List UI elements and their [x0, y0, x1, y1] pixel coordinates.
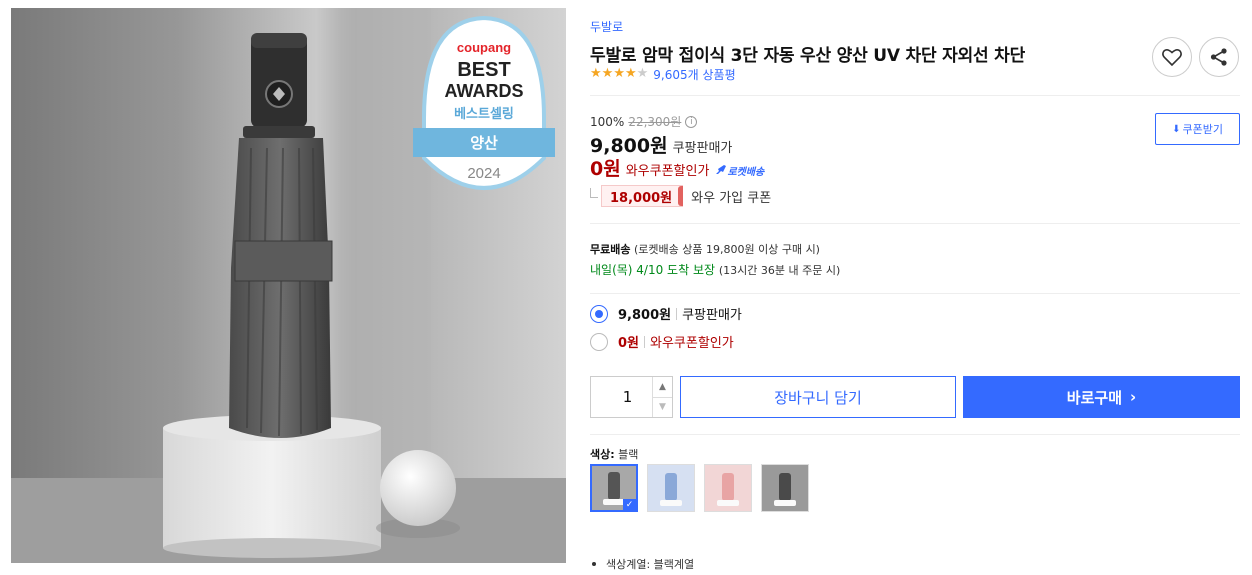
- separator: [644, 335, 646, 348]
- color-swatch[interactable]: [704, 464, 752, 512]
- review-count-link[interactable]: 9,605개 상품평: [653, 66, 735, 83]
- radio-unselected[interactable]: [590, 332, 608, 351]
- option-price: 0원: [618, 336, 640, 351]
- color-selected-value: 블랙: [618, 448, 639, 461]
- divider: [590, 434, 1240, 435]
- badge-line3: 베스트셀링: [454, 107, 514, 122]
- swatch-base: [717, 500, 739, 506]
- star-icon: ★: [636, 66, 649, 81]
- star-icon: ★: [601, 66, 614, 81]
- arrival-date: 내일(목) 4/10 도착 보장: [590, 263, 716, 277]
- rocket-delivery-label: 로켓배송: [727, 166, 765, 178]
- color-swatch[interactable]: [647, 464, 695, 512]
- option-label: 쿠팡판매가: [682, 308, 742, 323]
- free-shipping-label: 무료배송: [590, 243, 631, 256]
- swatch-base: [774, 500, 796, 506]
- color-swatch[interactable]: [761, 464, 809, 512]
- wow-price-label: 와우쿠폰할인가: [625, 164, 710, 179]
- quantity-input[interactable]: 1: [591, 377, 652, 417]
- color-swatches: ✓: [590, 464, 818, 512]
- price-option-wow[interactable]: 0원 와우쿠폰할인가: [590, 332, 734, 351]
- arrival-detail: (13시간 36분 내 주문 시): [718, 264, 841, 277]
- coupon-amount-badge: 18,000원: [601, 185, 684, 207]
- branch-line: [590, 188, 598, 198]
- coupon-row: 18,000원 와우 가입 쿠폰: [590, 185, 771, 207]
- check-icon: ✓: [623, 499, 636, 510]
- divider: [590, 223, 1240, 224]
- divider: [590, 95, 1240, 96]
- rocket-delivery-badge: 로켓배송: [715, 163, 764, 178]
- product-info-panel: 두발로 두발로 암막 접이식 3단 자동 우산 양산 UV 차단 자외선 차단 …: [590, 0, 1240, 575]
- badge-brand: coupang: [457, 40, 511, 55]
- coupon-download-label: 쿠폰받기: [1182, 123, 1223, 136]
- brand-link[interactable]: 두발로: [590, 18, 623, 35]
- free-shipping-info: 무료배송 (로켓배송 상품 19,800원 이상 구매 시): [590, 241, 820, 257]
- free-shipping-detail: (로켓배송 상품 19,800원 이상 구매 시): [633, 243, 820, 256]
- product-main-image: coupang BEST AWARDS 베스트셀링 양산 2024: [11, 8, 566, 563]
- radio-selected[interactable]: [590, 304, 608, 323]
- badge-year: 2024: [467, 165, 500, 182]
- buy-now-label: 바로구매: [1066, 388, 1122, 407]
- color-label-title: 색상:: [590, 448, 615, 461]
- badge-line2: AWARDS: [444, 81, 523, 101]
- swatch-umbrella: [665, 473, 677, 501]
- coupon-download-button[interactable]: ⬇ 쿠폰받기: [1155, 113, 1240, 145]
- quantity-stepper[interactable]: 1 ▲ ▼: [590, 376, 673, 418]
- swatch-umbrella: [608, 472, 620, 500]
- download-icon: ⬇: [1172, 123, 1181, 135]
- quantity-up-icon[interactable]: ▲: [653, 377, 672, 398]
- spec-text: 색상계열: 블랙계열: [606, 558, 695, 571]
- star-rating: ★ ★ ★ ★ ★: [590, 67, 648, 81]
- wow-price-row: 0원 와우쿠폰할인가 로켓배송: [590, 154, 764, 181]
- color-option-label: 색상: 블랙: [590, 446, 638, 462]
- swatch-umbrella: [779, 473, 791, 501]
- badge-category: 양산: [470, 134, 498, 152]
- quantity-arrows: ▲ ▼: [652, 377, 672, 417]
- share-button[interactable]: [1199, 37, 1239, 77]
- swatch-base: [603, 499, 625, 505]
- separator: [676, 307, 678, 320]
- option-price: 9,800원: [618, 308, 672, 323]
- coupon-text: 와우 가입 쿠폰: [691, 190, 772, 206]
- info-icon[interactable]: i: [685, 115, 698, 128]
- product-title: 두발로 암막 접이식 3단 자동 우산 양산 UV 차단 자외선 차단: [590, 46, 1026, 66]
- star-icon: ★: [613, 66, 625, 81]
- discount-rate: 100%: [590, 114, 625, 129]
- wow-price: 0원: [590, 158, 621, 180]
- rocket-icon: [716, 165, 727, 174]
- share-icon: [1210, 48, 1227, 66]
- spec-item: 색상계열: 블랙계열: [590, 556, 694, 572]
- star-icon: ★: [590, 66, 602, 81]
- add-to-cart-button[interactable]: 장바구니 담기: [680, 376, 956, 418]
- buy-now-button[interactable]: 바로구매 ›: [963, 376, 1240, 418]
- bullet-icon: [592, 562, 596, 566]
- star-icon: ★: [624, 66, 637, 81]
- quantity-down-icon[interactable]: ▼: [653, 398, 672, 418]
- arrival-info: 내일(목) 4/10 도착 보장 (13시간 36분 내 주문 시): [590, 261, 840, 278]
- original-price: 22,300원: [628, 115, 682, 129]
- divider: [590, 293, 1240, 294]
- swatch-umbrella: [722, 473, 734, 501]
- add-to-cart-label: 장바구니 담기: [774, 388, 862, 407]
- color-swatch[interactable]: ✓: [590, 464, 638, 512]
- price-option-coupang[interactable]: 9,800원 쿠팡판매가: [590, 304, 742, 323]
- badge-line1: BEST: [457, 59, 510, 81]
- heart-icon: [1162, 49, 1182, 66]
- chevron-right-icon: ›: [1130, 388, 1137, 406]
- swatch-base: [660, 500, 682, 506]
- rating-row[interactable]: ★ ★ ★ ★ ★ 9,605개 상품평: [590, 66, 736, 82]
- wishlist-button[interactable]: [1152, 37, 1192, 77]
- option-label: 와우쿠폰할인가: [650, 336, 734, 351]
- discount-row: 100% 22,300원 i: [590, 113, 698, 130]
